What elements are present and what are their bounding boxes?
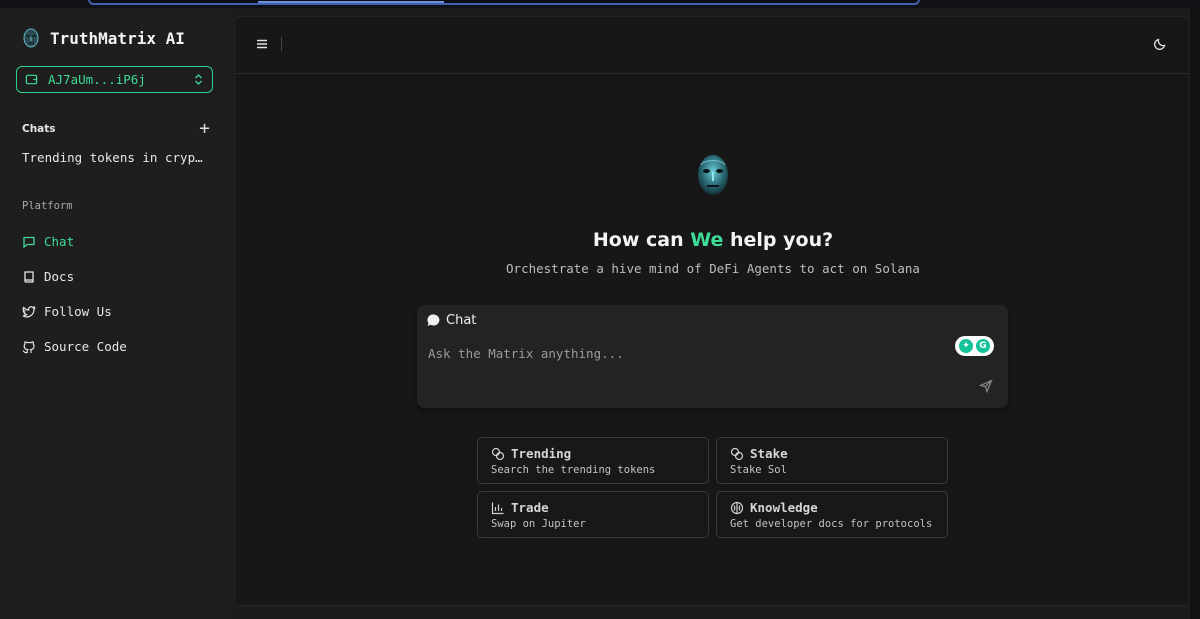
suggestion-card-trade[interactable]: Trade Swap on Jupiter (477, 491, 709, 538)
wallet-selector[interactable]: AJ7aUm...iP6j (16, 66, 213, 93)
suggestion-title: Knowledge (750, 500, 818, 515)
coins-icon (730, 447, 744, 460)
twitter-icon (22, 305, 36, 317)
suggestion-description: Get developer docs for protocols (730, 518, 933, 530)
hero-title: How can We help you? (235, 229, 1191, 251)
robot-face-icon (23, 28, 39, 48)
suggestion-description: Swap on Jupiter (491, 518, 586, 530)
chart-icon (491, 502, 504, 514)
moon-icon[interactable] (1153, 37, 1167, 51)
window-scrollbar[interactable] (1190, 8, 1200, 619)
wallet-icon (25, 74, 38, 85)
header-divider (281, 37, 282, 51)
robot-face-icon (698, 155, 728, 195)
main-panel: How can We help you? Orchestrate a hive … (234, 16, 1190, 606)
grammarly-suggest-icon: ✦ (959, 339, 973, 353)
app-name: TruthMatrix AI (50, 28, 185, 48)
suggestion-description: Stake Sol (730, 464, 787, 476)
brand[interactable]: TruthMatrix AI (22, 28, 185, 48)
github-icon (22, 340, 35, 353)
grammarly-logo-icon: G (976, 339, 990, 353)
nav-label-follow-us: Follow Us (44, 304, 112, 319)
sidebar: TruthMatrix AI AJ7aUm...iP6j Chats + Tre… (0, 8, 232, 619)
nav-item-follow-us[interactable]: Follow Us (22, 294, 222, 329)
nav-item-docs[interactable]: Docs (22, 259, 222, 294)
platform-nav: Chat Docs Follow Us Source Code (22, 224, 222, 364)
grammarly-widget[interactable]: ✦ G (955, 336, 994, 356)
nav-item-chat[interactable]: Chat (22, 224, 222, 259)
chevrons-up-down-icon (195, 74, 202, 85)
hero-subtitle: Orchestrate a hive mind of DeFi Agents t… (506, 261, 920, 276)
chat-input-box: Chat ✦ G (417, 305, 1008, 408)
menu-icon[interactable] (255, 37, 269, 51)
suggestion-title: Trending (511, 446, 572, 461)
coins-icon (491, 447, 505, 460)
hero-title-accent: We (690, 229, 724, 251)
text-selection (258, 1, 444, 3)
brain-icon (730, 501, 744, 514)
browser-top-strip (0, 0, 1200, 8)
message-square-icon (23, 236, 35, 248)
chat-input[interactable] (428, 343, 938, 363)
nav-label-docs: Docs (44, 269, 75, 284)
main-header (235, 17, 1189, 74)
chat-mode-label: Chat (446, 313, 477, 328)
suggestion-title: Trade (511, 500, 549, 515)
hero-title-after: help you? (723, 229, 834, 251)
hero-title-before: How can (592, 229, 691, 251)
book-icon (24, 270, 34, 283)
browser-address-pill[interactable] (88, 0, 920, 5)
suggestion-card-knowledge[interactable]: Knowledge Get developer docs for protoco… (716, 491, 948, 538)
suggestion-card-trending[interactable]: Trending Search the trending tokens (477, 437, 709, 484)
chats-label: Chats (22, 123, 56, 135)
nav-item-source-code[interactable]: Source Code (22, 329, 222, 364)
suggestion-card-stake[interactable]: Stake Stake Sol (716, 437, 948, 484)
send-icon[interactable] (979, 379, 993, 393)
platform-label: Platform (22, 200, 73, 212)
plus-icon[interactable]: + (199, 120, 210, 138)
message-circle-icon (427, 314, 440, 326)
wallet-address: AJ7aUm...iP6j (48, 72, 146, 87)
chat-mode-tag: Chat (426, 313, 476, 328)
nav-label-chat: Chat (44, 234, 75, 249)
nav-label-source-code: Source Code (44, 339, 127, 354)
suggestion-description: Search the trending tokens (491, 464, 656, 476)
chat-history-item[interactable]: Trending tokens in cryp… (22, 150, 210, 165)
suggestion-title: Stake (750, 446, 788, 461)
chats-section-header: Chats + (22, 120, 210, 138)
